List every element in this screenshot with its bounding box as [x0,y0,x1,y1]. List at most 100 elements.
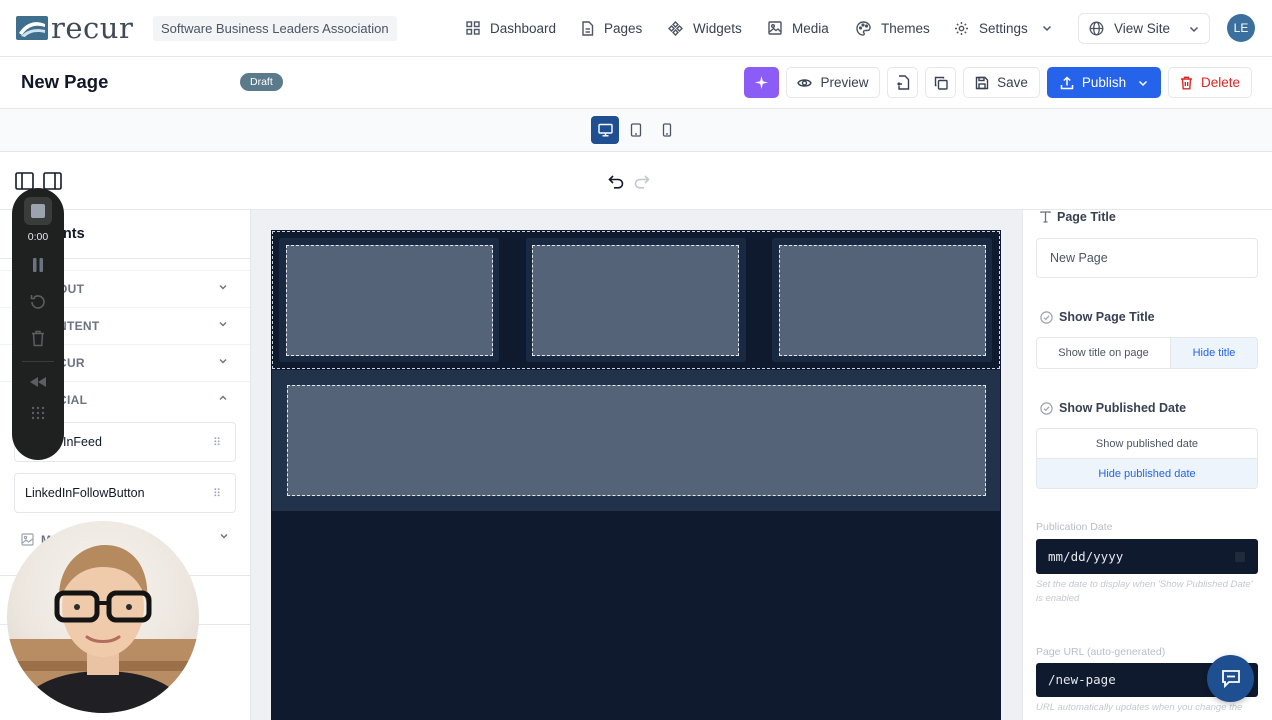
chevron-down-icon [219,322,227,327]
show-published-date-label: Show Published Date [1040,401,1186,415]
preview-label: Preview [820,75,869,90]
toggle-left-panel-button[interactable] [15,172,34,190]
element-label: LinkedInFollowButton [25,486,145,500]
chevron-down-icon [219,285,227,290]
chevron-down-icon [1042,25,1051,32]
save-button[interactable]: Save [963,67,1040,98]
stop-recording-button[interactable] [24,197,52,225]
calendar-icon[interactable] [1234,550,1246,563]
file-icon [582,20,594,36]
media-category-icon [21,533,34,546]
restart-icon[interactable] [29,293,47,311]
screen-recorder-controls: 0:00 [12,188,64,460]
organization-name[interactable]: Software Business Leaders Association [153,16,397,41]
logo-wordmark: recur [51,11,134,45]
hide-title-option[interactable]: Hide title [1171,338,1257,368]
panel-left-icon [15,172,34,190]
desktop-view-button[interactable] [591,116,619,144]
full-width-dropzone[interactable] [287,385,986,496]
page-title-input[interactable]: New Page [1036,238,1258,278]
undo-button[interactable] [608,174,624,189]
palette-icon [856,20,871,36]
chevron-down-icon [1139,80,1148,86]
chevron-down-icon [220,534,228,539]
chevron-down-icon [219,359,227,364]
phone-icon [662,123,672,137]
globe-icon [1089,21,1104,36]
pause-icon[interactable] [31,257,45,273]
check-circle-icon [1040,401,1053,415]
recording-timer: 0:00 [27,231,49,243]
eye-icon [797,78,813,87]
column-1-dropzone[interactable] [286,245,493,356]
page-url-label: Page URL (auto-generated) [1036,646,1166,658]
hide-published-date-option[interactable]: Hide published date [1037,459,1257,488]
delete-label: Delete [1200,75,1241,90]
nav-item-themes[interactable]: Themes [856,17,930,39]
element-linkedin-follow-button[interactable]: LinkedInFollowButton ⠿ [14,473,236,513]
image-icon [768,21,782,35]
delete-button[interactable]: Delete [1168,67,1252,98]
toggle-right-panel-button[interactable] [43,172,62,190]
save-icon [975,76,989,89]
stop-icon [31,204,45,218]
nav-item-label: Pages [604,20,643,36]
page-title-label: Page Title [1040,210,1116,224]
view-site-label: View Site [1114,21,1171,36]
rewind-icon[interactable] [29,376,47,388]
view-site-button[interactable]: View Site [1078,13,1210,44]
column-2-dropzone[interactable] [532,245,739,356]
mobile-view-button[interactable] [653,116,681,144]
nav-item-dashboard[interactable]: Dashboard [466,17,556,39]
preview-button[interactable]: Preview [786,67,880,98]
redo-icon [634,175,650,189]
trash-icon[interactable] [31,330,45,347]
dots-grid-icon[interactable] [30,405,46,421]
nav-item-label: Themes [881,20,930,36]
drag-handle-icon[interactable]: ⠿ [213,487,221,500]
nav-item-label: Settings [979,20,1028,36]
gear-icon [955,21,968,35]
page-title-visibility-toggle: Show title on page Hide title [1036,337,1258,369]
label-text: Show Page Title [1059,310,1155,324]
status-badge: Draft [240,73,283,91]
webcam-bubble[interactable] [7,521,199,713]
nav-item-settings[interactable]: Settings [954,17,1052,39]
date-placeholder: mm/dd/yyyy [1048,549,1124,564]
presenter-video-image [7,545,199,713]
copy-icon [934,76,948,90]
sparkle-icon [755,76,768,89]
publication-date-help: Set the date to display when 'Show Publi… [1036,579,1253,604]
trash-icon [1180,76,1192,89]
publication-date-input[interactable]: mm/dd/yyyy [1036,539,1258,574]
drag-handle-icon[interactable]: ⠿ [213,436,221,449]
show-published-date-option[interactable]: Show published date [1037,429,1257,459]
logo-mark-icon [16,16,48,40]
show-page-title-label: Show Page Title [1040,310,1155,324]
chevron-down-icon [1189,26,1199,32]
undo-icon [608,175,624,189]
show-title-option[interactable]: Show title on page [1037,338,1171,368]
tablet-view-button[interactable] [622,116,650,144]
panel-right-icon [43,172,62,190]
nav-item-media[interactable]: Media [768,17,829,39]
publish-button[interactable]: Publish [1047,67,1161,98]
duplicate-button[interactable] [925,67,956,98]
app-logo[interactable]: recur [16,11,134,45]
revert-button[interactable] [887,67,918,98]
nav-item-label: Media [792,20,829,36]
nav-item-widgets[interactable]: Widgets [668,17,742,39]
user-avatar[interactable]: LE [1227,14,1255,42]
text-icon [1040,211,1051,223]
element-label: InFeed [63,435,102,449]
redo-button[interactable] [634,174,650,189]
chat-support-button[interactable] [1207,655,1254,702]
category-label: NTENT [58,319,100,333]
ai-assist-button[interactable] [744,67,779,98]
label-text: Page Title [1057,210,1116,224]
chat-icon [1221,670,1240,688]
column-3-dropzone[interactable] [779,245,986,356]
widgets-icon [668,20,683,36]
nav-item-pages[interactable]: Pages [581,17,642,39]
published-date-visibility-toggle: Show published date Hide published date [1036,428,1258,489]
